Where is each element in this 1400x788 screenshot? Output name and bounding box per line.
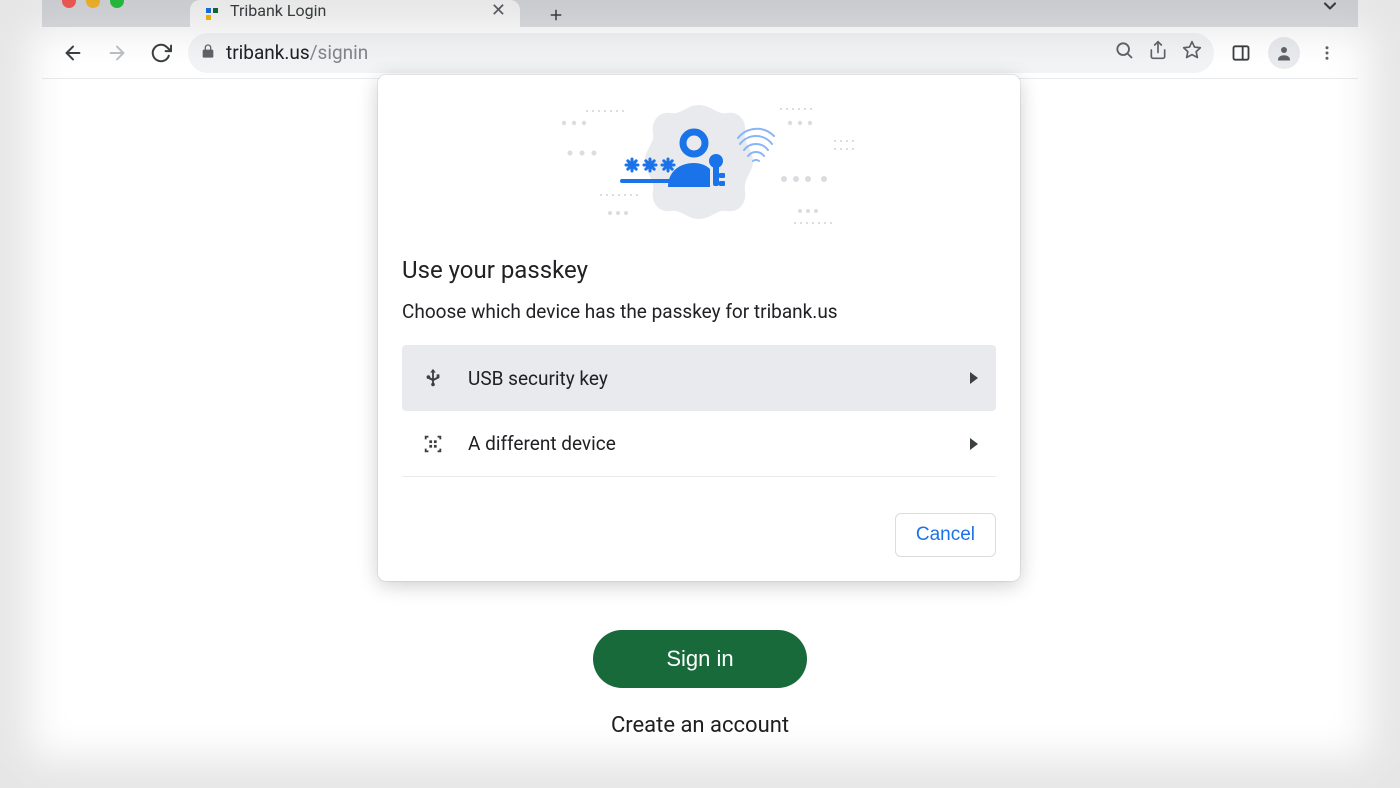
search-icon[interactable] xyxy=(1114,40,1134,65)
forward-button[interactable] xyxy=(100,36,134,70)
back-button[interactable] xyxy=(56,36,90,70)
tab-strip: Tribank Login ✕ xyxy=(42,0,1358,27)
url-path: /signin xyxy=(310,41,369,64)
option-usb-security-key[interactable]: USB security key xyxy=(402,345,996,411)
tab-title: Tribank Login xyxy=(230,1,481,20)
close-window-button[interactable] xyxy=(62,0,76,8)
url-host: tribank.us xyxy=(226,41,310,64)
kebab-menu-button[interactable] xyxy=(1310,36,1344,70)
browser-window: Tribank Login ✕ tribank.us/signin xyxy=(42,0,1358,788)
address-bar[interactable]: tribank.us/signin xyxy=(188,33,1214,73)
usb-icon xyxy=(420,365,446,391)
cancel-button[interactable]: Cancel xyxy=(895,513,996,557)
option-different-device[interactable]: A different device xyxy=(402,411,996,477)
dialog-subtitle: Choose which device has the passkey for … xyxy=(378,300,1020,323)
passkey-illustration xyxy=(378,75,1020,250)
create-account-link[interactable]: Create an account xyxy=(611,713,789,738)
maximize-window-button[interactable] xyxy=(110,0,124,8)
tab-close-button[interactable]: ✕ xyxy=(491,0,506,21)
chevron-right-icon xyxy=(970,438,978,450)
tab-favicon xyxy=(204,6,220,22)
sign-in-button[interactable]: Sign in xyxy=(593,630,807,688)
qr-icon xyxy=(420,431,446,457)
lock-icon xyxy=(200,41,216,64)
bookmark-star-icon[interactable] xyxy=(1182,40,1202,65)
dialog-title: Use your passkey xyxy=(378,256,1020,284)
passkey-option-list: USB security key A different device xyxy=(402,345,996,477)
option-label: USB security key xyxy=(468,367,608,390)
window-controls xyxy=(62,0,124,8)
chevron-right-icon xyxy=(970,372,978,384)
dialog-actions: Cancel xyxy=(378,513,1020,557)
side-panel-button[interactable] xyxy=(1224,36,1258,70)
new-tab-button[interactable] xyxy=(540,0,572,31)
passkey-dialog: Use your passkey Choose which device has… xyxy=(378,75,1020,581)
profile-avatar[interactable] xyxy=(1268,37,1300,69)
minimize-window-button[interactable] xyxy=(86,0,100,8)
tabs-dropdown-button[interactable] xyxy=(1320,0,1340,20)
browser-tab[interactable]: Tribank Login ✕ xyxy=(190,0,520,27)
url-text: tribank.us/signin xyxy=(226,41,1104,64)
reload-button[interactable] xyxy=(144,36,178,70)
browser-toolbar: tribank.us/signin xyxy=(42,27,1358,79)
option-label: A different device xyxy=(468,432,616,455)
share-icon[interactable] xyxy=(1148,40,1168,65)
